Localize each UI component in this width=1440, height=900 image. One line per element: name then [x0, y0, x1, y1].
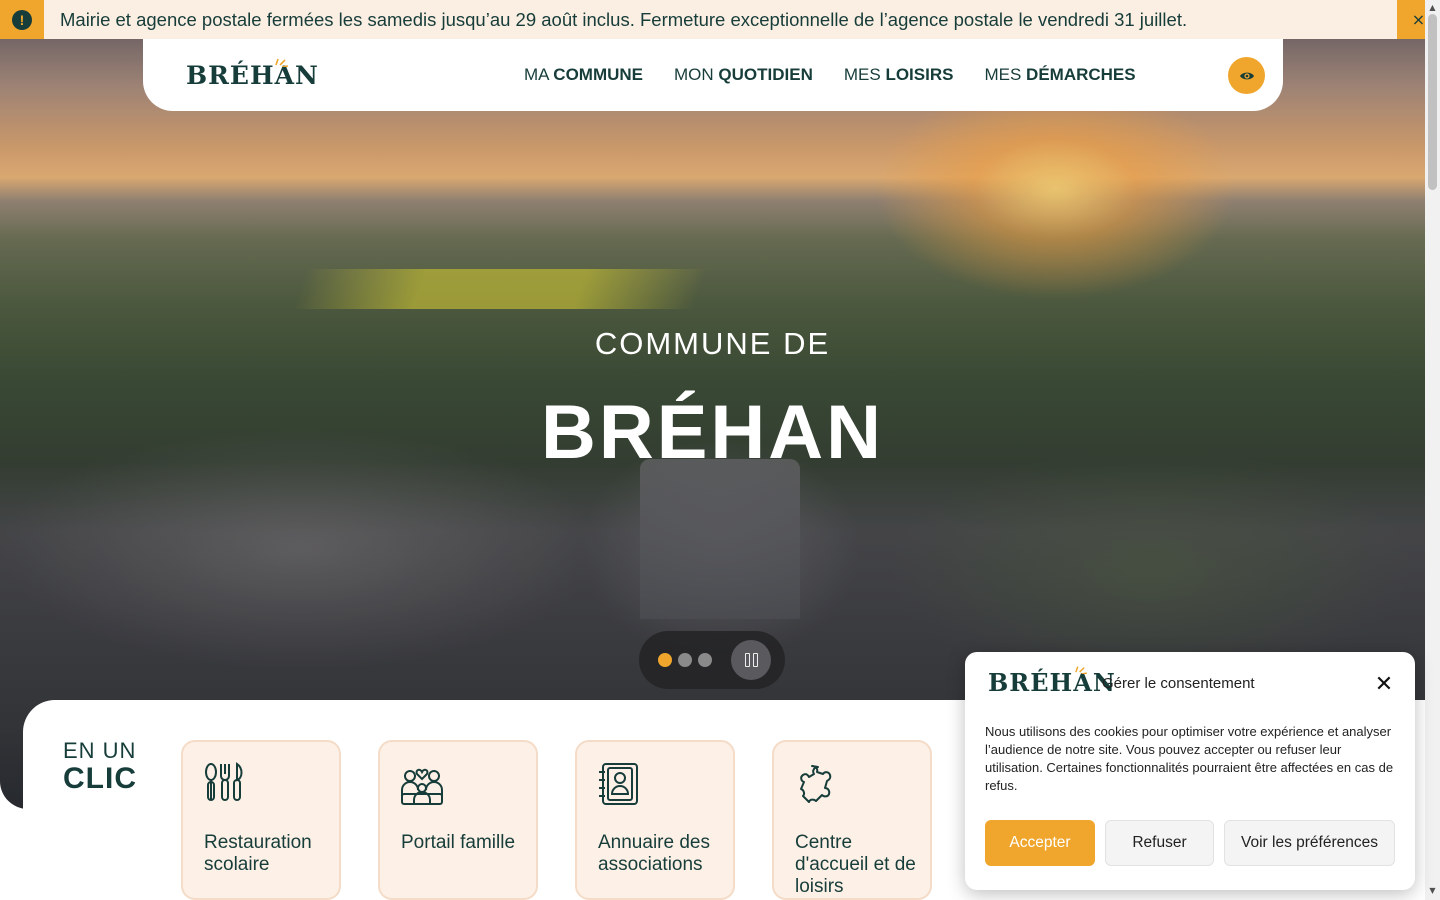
accessibility-button[interactable]: [1228, 57, 1265, 94]
cookie-refuse-button[interactable]: Refuser: [1105, 820, 1214, 866]
slide-dot-1[interactable]: [658, 653, 672, 667]
cutlery-icon: [205, 762, 243, 801]
hero-subtitle: COMMUNE DE: [594, 326, 831, 361]
nav-mes-demarches[interactable]: MES DÉMARCHES: [984, 65, 1135, 85]
alert-text: Mairie et agence postale fermées les sam…: [60, 8, 1188, 30]
sun-rays-icon: [275, 58, 288, 67]
slider-controls: [639, 631, 785, 689]
hero-title: BRÉHAN: [540, 390, 885, 475]
family-icon: [401, 768, 443, 805]
cookie-title: Gérer le consentement: [1102, 675, 1255, 692]
card-label: Annuaire des associations: [598, 832, 710, 875]
site-header: BRÉHAN MA COMMUNE MON QUOTIDIEN MES LOIS…: [143, 39, 1283, 111]
card-annuaire-associations[interactable]: Annuaire des associations: [575, 740, 735, 900]
cookie-logo: BRÉHAN: [988, 666, 1116, 697]
directory-icon: [599, 763, 638, 805]
card-label: Centre d'accueil et de loisirs: [795, 832, 916, 897]
scroll-down-arrow[interactable]: ▼: [1428, 885, 1437, 897]
nav-ma-commune[interactable]: MA COMMUNE: [524, 65, 643, 85]
slide-dot-3[interactable]: [698, 653, 712, 667]
puzzle-icon: [800, 765, 832, 803]
cookie-accept-button[interactable]: Accepter: [985, 820, 1095, 866]
card-restauration-scolaire[interactable]: Restauration scolaire: [181, 740, 341, 900]
quick-links-title: EN UN CLIC: [63, 738, 137, 795]
alert-icon-box: !: [0, 0, 44, 39]
card-portail-famille[interactable]: Portail famille: [378, 740, 538, 900]
cookie-close-button[interactable]: ✕: [1373, 674, 1395, 696]
cookie-preferences-button[interactable]: Voir les préférences: [1224, 820, 1395, 866]
cookie-text: Nous utilisons des cookies pour optimise…: [985, 724, 1394, 793]
nav-mon-quotidien[interactable]: MON QUOTIDIEN: [674, 65, 813, 85]
sun-rays-icon: [1075, 666, 1087, 674]
page-scrollbar[interactable]: ▲ ▼: [1425, 0, 1440, 900]
pause-button[interactable]: [731, 640, 771, 680]
cookie-consent-modal: BRÉHAN Gérer le consentement ✕ Nous util…: [965, 652, 1415, 890]
card-label: Portail famille: [401, 832, 516, 853]
alert-banner: ! Mairie et agence postale fermées les s…: [0, 0, 1440, 39]
pause-icon: [744, 653, 750, 667]
scroll-up-arrow[interactable]: ▲: [1428, 2, 1437, 14]
exclamation-icon: !: [12, 9, 32, 30]
site-logo[interactable]: BRÉHAN: [186, 58, 319, 90]
slide-dot-2[interactable]: [678, 653, 692, 667]
scroll-thumb[interactable]: [1428, 14, 1437, 190]
eye-icon: [1239, 72, 1254, 79]
card-centre-loisirs[interactable]: Centre d'accueil et de loisirs: [772, 740, 932, 900]
nav-mes-loisirs[interactable]: MES LOISIRS: [844, 65, 954, 85]
main-nav: MA COMMUNE MON QUOTIDIEN MES LOISIRS MES…: [524, 65, 1136, 85]
card-label: Restauration scolaire: [204, 832, 312, 875]
